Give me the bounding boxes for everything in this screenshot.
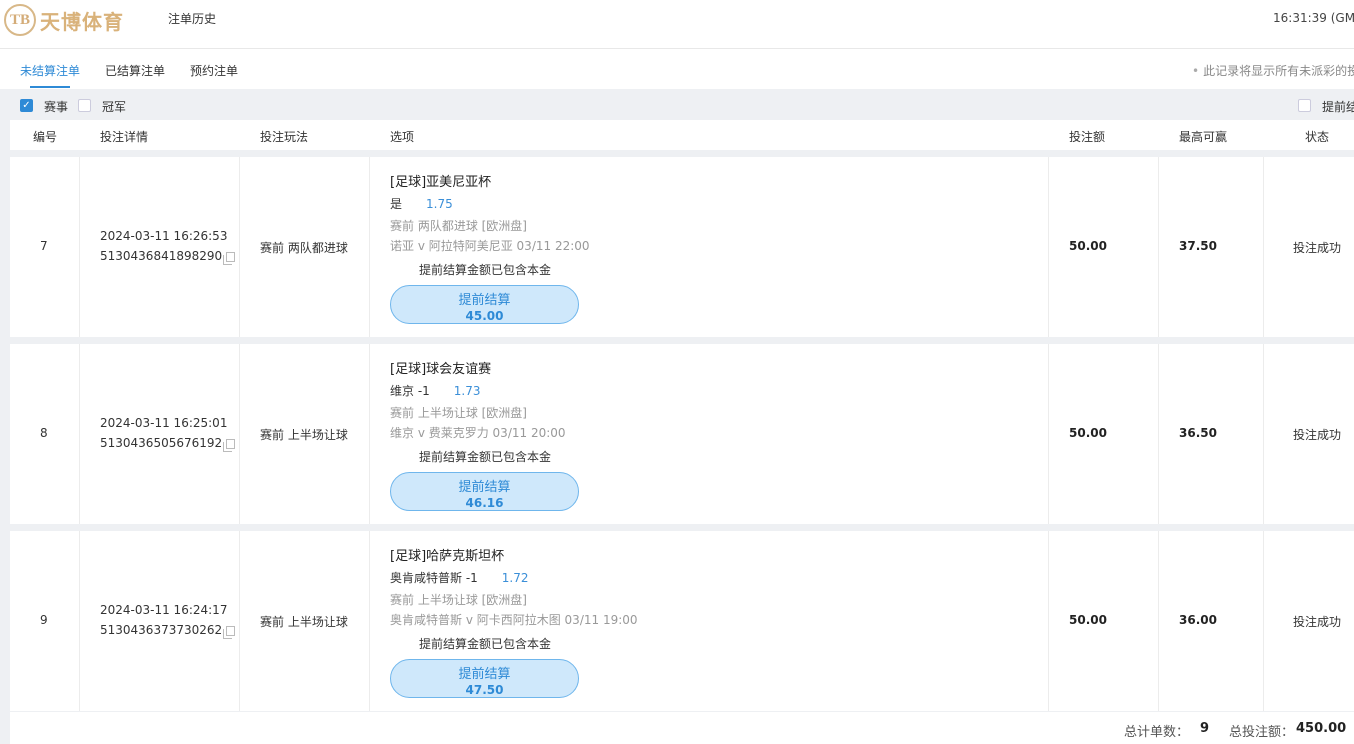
pick-label: 奥肯咸特普斯 -1 bbox=[390, 571, 478, 585]
league-name: [足球]哈萨克斯坦杯 bbox=[390, 549, 505, 564]
match-info: 奥肯咸特普斯 v 阿卡西阿拉木图 03/11 19:00 bbox=[390, 613, 638, 627]
bet-number: 7 bbox=[40, 239, 48, 253]
status-text: 投注成功 bbox=[1293, 428, 1342, 442]
clock: 16:31:39 (GMT+ bbox=[1273, 11, 1354, 25]
cashout-button[interactable]: 提前结算 46.16 bbox=[390, 472, 579, 511]
active-tab-indicator bbox=[30, 86, 70, 88]
status-text: 投注成功 bbox=[1293, 241, 1342, 255]
bet-pick: 奥肯咸特普斯 -1 1.72 bbox=[390, 569, 529, 586]
bet-id: 5130436505676192 bbox=[100, 436, 236, 452]
tab-settled[interactable]: 已结算注单 bbox=[105, 62, 165, 79]
cashout-note: 提前结算金额已包含本金 bbox=[419, 637, 552, 651]
max-win-amount: 36.50 bbox=[1179, 426, 1217, 440]
status-text: 投注成功 bbox=[1293, 615, 1342, 629]
col-detail: 投注详情 bbox=[100, 130, 149, 144]
match-info: 诺亚 v 阿拉特阿美尼亚 03/11 22:00 bbox=[390, 239, 590, 253]
bet-id: 5130436841898290 bbox=[100, 249, 236, 265]
odds-value: 1.72 bbox=[501, 571, 529, 585]
cashout-label: 提前结算 bbox=[458, 480, 511, 495]
table-row: 8 2024-03-11 16:25:01 5130436505676192 赛… bbox=[10, 344, 1354, 524]
table-row: 9 2024-03-11 16:24:17 5130436373730262 赛… bbox=[10, 531, 1354, 711]
table-row: 7 2024-03-11 16:26:53 5130436841898290 赛… bbox=[10, 157, 1354, 337]
filter-row: ✓ 赛事 冠军 提前结 bbox=[0, 94, 1354, 118]
col-no: 编号 bbox=[33, 130, 58, 144]
brand-logo[interactable]: TB 天博体育 bbox=[4, 2, 154, 38]
odds-value: 1.73 bbox=[453, 384, 481, 398]
cashout-button[interactable]: 提前结算 45.00 bbox=[390, 285, 579, 324]
event-checkbox[interactable]: ✓ bbox=[20, 99, 33, 112]
logo-text: 天博体育 bbox=[40, 9, 124, 34]
cell-detail bbox=[80, 157, 240, 337]
table-header: 编号 投注详情 投注玩法 选项 投注额 最高可赢 状态 bbox=[10, 120, 1354, 150]
col-max-win: 最高可赢 bbox=[1179, 130, 1228, 144]
logo-mark-icon: TB bbox=[4, 4, 36, 36]
col-stake: 投注额 bbox=[1069, 130, 1106, 144]
stake-amount: 50.00 bbox=[1069, 426, 1107, 440]
pick-label: 维京 -1 bbox=[390, 384, 430, 398]
cell-detail bbox=[80, 344, 240, 524]
bet-id: 5130436373730262 bbox=[100, 623, 236, 639]
outright-filter-label: 冠军 bbox=[102, 100, 127, 114]
max-win-amount: 36.00 bbox=[1179, 613, 1217, 627]
event-filter-label: 赛事 bbox=[44, 100, 69, 114]
cashout-filter-checkbox[interactable] bbox=[1298, 99, 1311, 112]
bet-time: 2024-03-11 16:24:17 bbox=[100, 603, 228, 617]
outright-checkbox[interactable] bbox=[78, 99, 91, 112]
tab-unsettled[interactable]: 未结算注单 bbox=[20, 62, 80, 79]
cashout-note: 提前结算金额已包含本金 bbox=[419, 263, 552, 277]
cashout-amount: 47.50 bbox=[465, 683, 504, 697]
col-selection: 选项 bbox=[390, 130, 415, 144]
cell-detail bbox=[80, 531, 240, 711]
cashout-filter-label: 提前结 bbox=[1322, 100, 1354, 114]
league-name: [足球]亚美尼亚杯 bbox=[390, 175, 492, 190]
total-stake-value: 450.00 bbox=[1296, 721, 1347, 736]
cashout-amount: 46.16 bbox=[465, 496, 504, 510]
bet-id-text: 5130436505676192 bbox=[100, 436, 223, 450]
stake-amount: 50.00 bbox=[1069, 613, 1107, 627]
copy-icon[interactable] bbox=[223, 252, 236, 265]
bet-pick: 是 1.75 bbox=[390, 195, 453, 212]
bet-play-type: 赛前 两队都进球 bbox=[260, 241, 348, 255]
totals-footer: 总计单数： 9 总投注额： 450.00 bbox=[10, 712, 1354, 744]
market-info: 赛前 上半场让球 [欧洲盘] bbox=[390, 593, 527, 607]
odds-value: 1.75 bbox=[426, 197, 453, 211]
bet-time: 2024-03-11 16:25:01 bbox=[100, 416, 228, 430]
notice-label: 此记录将显示所有未派彩的投 bbox=[1203, 64, 1354, 78]
col-status: 状态 bbox=[1305, 130, 1330, 144]
tab-bar: 未结算注单 已结算注单 预约注单 • 此记录将显示所有未派彩的投 bbox=[0, 50, 1354, 88]
total-count-label: 总计单数： bbox=[1124, 725, 1190, 740]
total-stake-label: 总投注额： bbox=[1229, 725, 1295, 740]
bet-play-type: 赛前 上半场让球 bbox=[260, 615, 348, 629]
bet-id-text: 5130436841898290 bbox=[100, 249, 223, 263]
max-win-amount: 37.50 bbox=[1179, 239, 1217, 253]
bet-time: 2024-03-11 16:26:53 bbox=[100, 229, 228, 243]
cashout-label: 提前结算 bbox=[458, 667, 511, 682]
col-play: 投注玩法 bbox=[260, 130, 309, 144]
cashout-label: 提前结算 bbox=[458, 293, 511, 308]
match-info: 维京 v 费莱克罗力 03/11 20:00 bbox=[390, 426, 566, 440]
copy-icon[interactable] bbox=[223, 626, 236, 639]
cashout-note: 提前结算金额已包含本金 bbox=[419, 450, 552, 464]
copy-icon[interactable] bbox=[223, 439, 236, 452]
cashout-amount: 45.00 bbox=[465, 309, 504, 323]
top-header: TB 天博体育 注单历史 16:31:39 (GMT+ bbox=[0, 0, 1354, 49]
notice-text: • 此记录将显示所有未派彩的投 bbox=[1192, 62, 1354, 79]
league-name: [足球]球会友谊赛 bbox=[390, 362, 492, 377]
cashout-button[interactable]: 提前结算 47.50 bbox=[390, 659, 579, 698]
page-title: 注单历史 bbox=[168, 12, 217, 26]
market-info: 赛前 上半场让球 [欧洲盘] bbox=[390, 406, 527, 420]
market-info: 赛前 两队都进球 [欧洲盘] bbox=[390, 219, 527, 233]
bet-pick: 维京 -1 1.73 bbox=[390, 382, 481, 399]
bet-number: 9 bbox=[40, 613, 48, 627]
total-count-value: 9 bbox=[1200, 721, 1210, 736]
bet-play-type: 赛前 上半场让球 bbox=[260, 428, 348, 442]
bullet-icon: • bbox=[1192, 64, 1200, 78]
pick-label: 是 bbox=[390, 197, 403, 211]
bet-id-text: 5130436373730262 bbox=[100, 623, 223, 637]
stake-amount: 50.00 bbox=[1069, 239, 1107, 253]
tab-reserved[interactable]: 预约注单 bbox=[190, 62, 238, 79]
bet-number: 8 bbox=[40, 426, 48, 440]
